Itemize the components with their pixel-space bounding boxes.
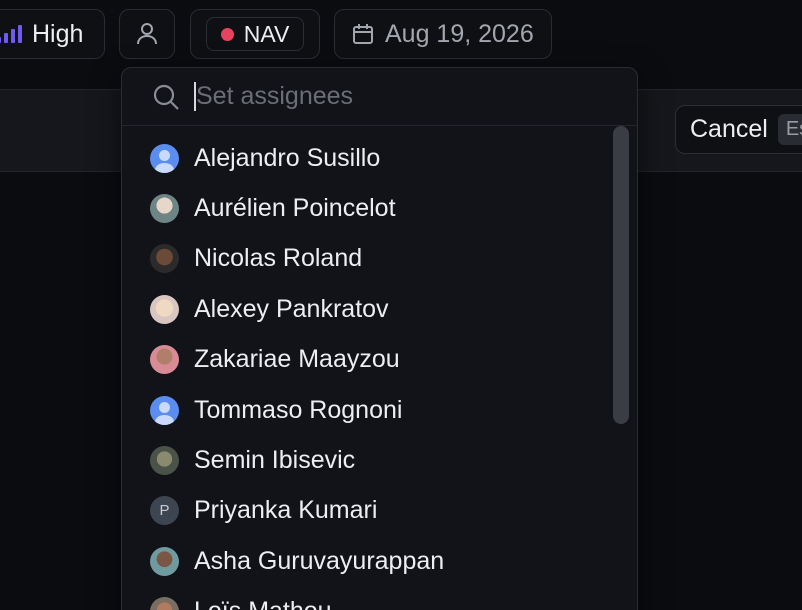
- priority-bars-icon: [0, 25, 22, 43]
- assignee-name: Zakariae Maayzou: [194, 345, 400, 374]
- avatar: [150, 345, 179, 375]
- assignee-name: Asha Guruvayurappan: [194, 546, 445, 575]
- assignee-name: Aurélien Poincelot: [194, 194, 396, 223]
- list-item[interactable]: Zakariae Maayzou: [122, 335, 637, 385]
- priority-chip[interactable]: High: [0, 9, 105, 59]
- assignee-chip[interactable]: [119, 9, 175, 59]
- assignee-list: Alejandro Susillo Aurélien Poincelot Nicol…: [122, 126, 637, 610]
- list-item[interactable]: Alejandro Susillo: [122, 133, 637, 183]
- shortcut-badge: Es: [777, 114, 802, 145]
- user-avatar-icon: [150, 395, 179, 425]
- calendar-icon: [353, 24, 373, 44]
- list-item[interactable]: Nicolas Roland: [122, 234, 637, 284]
- search-input[interactable]: [194, 82, 594, 111]
- scrollbar[interactable]: [613, 126, 629, 424]
- due-date-chip[interactable]: Aug 19, 2026: [334, 9, 552, 59]
- cancel-label: Cancel: [690, 115, 768, 143]
- assignee-name: Alexey Pankratov: [194, 294, 389, 323]
- search-row: [122, 68, 637, 126]
- list-item[interactable]: Tommaso Rognoni: [122, 385, 637, 435]
- page: Cancel Es High NAV Aug 19, 2026: [0, 0, 802, 610]
- user-icon: [137, 23, 157, 45]
- assignee-name: Semin Ibisevic: [194, 446, 356, 475]
- avatar: [150, 294, 179, 324]
- assignee-dropdown: Alejandro Susillo Aurélien Poincelot Nicol…: [121, 67, 638, 610]
- priority-label: High: [32, 19, 84, 48]
- avatar: [150, 597, 179, 610]
- assignee-name: Alejandro Susillo: [194, 143, 381, 172]
- assignee-name: Tommaso Rognoni: [194, 395, 403, 424]
- list-item[interactable]: Loïs Mathou: [122, 587, 637, 610]
- label-pill: NAV: [205, 17, 305, 51]
- cancel-button[interactable]: Cancel Es: [675, 105, 802, 154]
- list-item[interactable]: Semin Ibisevic: [122, 435, 637, 485]
- list-item[interactable]: Asha Guruvayurappan: [122, 536, 637, 586]
- avatar: P: [150, 496, 179, 526]
- avatar: [150, 546, 179, 576]
- list-item[interactable]: Alexey Pankratov: [122, 284, 637, 334]
- list-item[interactable]: Aurélien Poincelot: [122, 183, 637, 233]
- label-name: NAV: [243, 20, 290, 47]
- list-item[interactable]: P Priyanka Kumari: [122, 486, 637, 536]
- search-icon: [153, 84, 179, 110]
- avatar: [150, 194, 179, 224]
- due-date-label: Aug 19, 2026: [385, 19, 534, 48]
- assignee-name: Priyanka Kumari: [194, 496, 378, 525]
- avatar: [150, 446, 179, 476]
- user-avatar-icon: [150, 143, 179, 173]
- label-chip[interactable]: NAV: [190, 9, 320, 59]
- assignee-name: Nicolas Roland: [194, 244, 363, 273]
- avatar: [150, 244, 179, 274]
- assignee-name: Loïs Mathou: [194, 597, 332, 610]
- label-dot-icon: [220, 27, 234, 41]
